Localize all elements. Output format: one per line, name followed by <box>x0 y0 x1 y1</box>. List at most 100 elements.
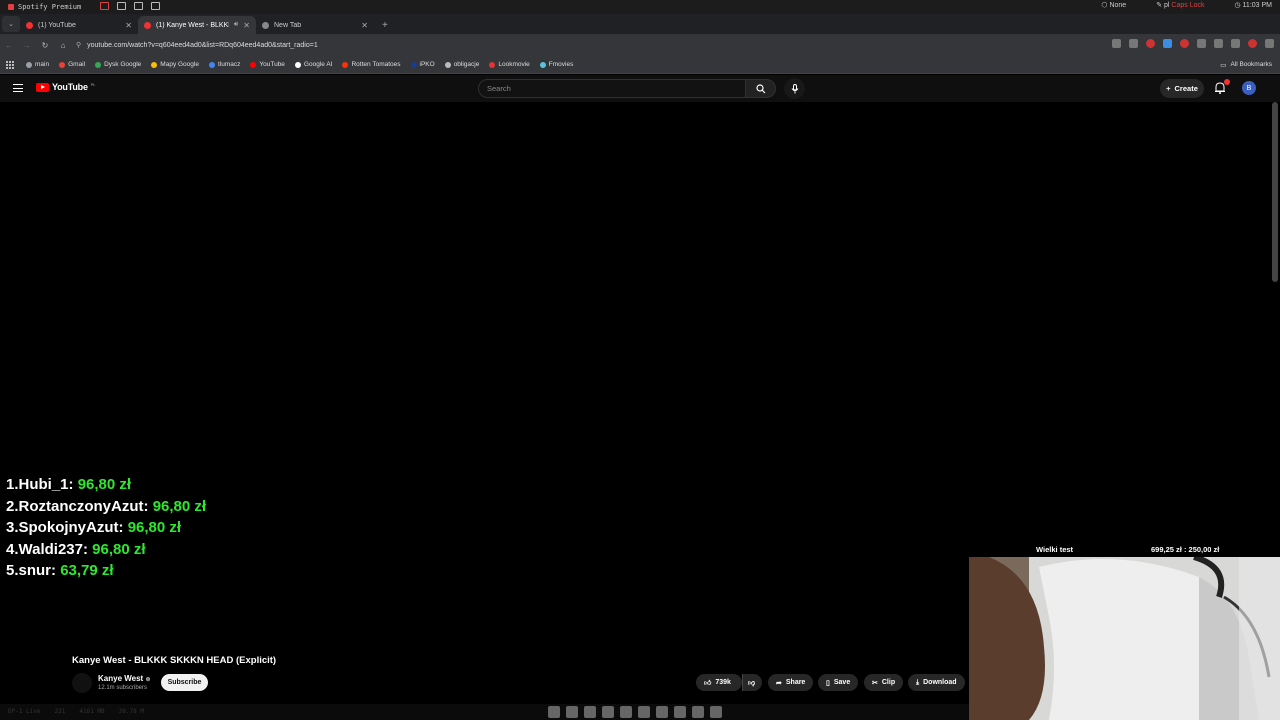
url-bar[interactable]: ⚲ youtube.com/watch?v=q604eed4ad0&list=R… <box>76 37 1076 53</box>
close-tab-icon[interactable]: ✕ <box>243 21 250 30</box>
leaderboard-name: Waldi237: <box>18 540 88 558</box>
subscribe-button[interactable]: Subscribe <box>161 674 208 691</box>
close-tab-icon[interactable]: ✕ <box>361 21 368 30</box>
leaderboard-rank: 3. <box>6 519 19 536</box>
telegram-icon[interactable] <box>638 706 650 718</box>
bookmark-label: Gmail <box>68 61 86 68</box>
verified-icon: ⊛ <box>145 677 151 683</box>
taskbar-stat: 4161 MB <box>79 708 105 715</box>
save-button[interactable]: ▯ Save <box>818 674 859 691</box>
tab-youtube[interactable]: (1) YouTube ✕ <box>20 16 138 34</box>
search-button[interactable] <box>746 79 776 98</box>
download-icon: ⤓ <box>916 678 920 686</box>
bookmark-item[interactable]: main <box>26 61 49 68</box>
reload-icon[interactable]: ↻ <box>36 41 54 50</box>
guide-menu-icon[interactable] <box>13 84 23 92</box>
channel-name[interactable]: Kanye West ⊛ <box>98 674 150 683</box>
download-button[interactable]: ⤓ Download <box>908 674 965 691</box>
leaderboard-row: 1.Hubi_1: 96,80 zł <box>6 474 206 496</box>
files-icon[interactable] <box>548 706 560 718</box>
site-info-icon[interactable]: ⚲ <box>76 41 81 49</box>
youtube-logo[interactable]: YouTube PL <box>36 82 95 92</box>
dislike-button[interactable]: 👎︎ <box>742 674 762 691</box>
bookmark-item[interactable]: Mapy Google <box>151 61 199 68</box>
leaderboard-amount: 96,80 zł <box>127 519 182 536</box>
bookmark-item[interactable]: tlumacz <box>208 61 240 68</box>
save-label: Save <box>833 679 851 686</box>
voice-search-button[interactable] <box>784 78 805 99</box>
extension-icon[interactable] <box>1180 39 1189 48</box>
close-tab-icon[interactable]: ✕ <box>125 21 132 30</box>
clip-button[interactable]: ✂ Clip <box>864 674 904 691</box>
account-avatar[interactable]: B <box>1242 81 1256 95</box>
brave-icon[interactable] <box>674 706 686 718</box>
bookmark-item[interactable]: Gmail <box>59 61 85 68</box>
os-app-indicator[interactable]: Spotify Premium <box>8 3 81 11</box>
settings-icon[interactable] <box>710 706 722 718</box>
lookmovie-icon <box>489 61 496 68</box>
profile-avatar-icon[interactable] <box>1248 39 1257 48</box>
workspace-icon[interactable] <box>117 2 126 10</box>
translate-icon[interactable] <box>1231 39 1240 48</box>
youtube-icon <box>250 61 257 68</box>
workspace-indicators[interactable] <box>100 2 160 10</box>
extension-icon[interactable] <box>1146 39 1155 48</box>
bookmark-item[interactable]: Dysk Google <box>95 61 141 68</box>
youtube-favicon-icon <box>144 21 151 29</box>
extension-icon[interactable] <box>1163 39 1172 48</box>
bookmark-item[interactable]: Fmovies <box>539 61 573 68</box>
microphone-icon <box>791 83 798 93</box>
like-count: 739k <box>715 679 731 686</box>
create-button[interactable]: + Create <box>1160 79 1204 98</box>
apps-grid-icon[interactable] <box>6 60 14 69</box>
keyboard-layout[interactable]: ✎ pl Caps Lock <box>1156 1 1204 9</box>
bookmark-item[interactable]: Rotten Tomatoes <box>342 61 401 68</box>
chrome-icon[interactable] <box>602 706 614 718</box>
plus-icon: + <box>1166 84 1171 93</box>
discord-icon[interactable] <box>620 706 632 718</box>
bookmark-label: Rotten Tomatoes <box>351 61 401 68</box>
notifications-button[interactable] <box>1213 79 1230 95</box>
bookmark-item[interactable]: iPKO <box>410 61 435 68</box>
tab-kanye-west[interactable]: (1) Kanye West - BLKKK 🔊︎ ✕ <box>138 16 256 34</box>
obs-icon[interactable] <box>692 706 704 718</box>
menu-dots-icon[interactable] <box>1265 39 1274 48</box>
os-app-name: Spotify Premium <box>18 3 82 11</box>
extensions-puzzle-icon[interactable] <box>1197 39 1206 48</box>
goal-label: Wielki test <box>1036 545 1074 554</box>
steam-icon[interactable] <box>656 706 668 718</box>
create-label: Create <box>1174 84 1198 93</box>
forward-arrow-icon[interactable]: → <box>18 41 36 50</box>
bookmark-item[interactable]: obligacje <box>444 61 479 68</box>
bookmark-star-icon[interactable] <box>1129 39 1138 48</box>
back-arrow-icon[interactable]: ← <box>0 41 18 50</box>
cast-icon[interactable] <box>1112 39 1121 48</box>
browser-icon[interactable] <box>584 706 596 718</box>
side-panel-icon[interactable] <box>1214 39 1223 48</box>
search-input[interactable]: Search <box>478 79 746 98</box>
workspace-icon[interactable] <box>100 2 109 10</box>
tab-search-chevron-icon[interactable]: ⌄ <box>2 16 20 32</box>
page-scrollbar[interactable] <box>1272 102 1278 282</box>
share-button[interactable]: ➦ Share <box>768 674 814 691</box>
bookmark-item[interactable]: YouTube <box>250 61 285 68</box>
terminal-icon[interactable] <box>566 706 578 718</box>
channel-avatar[interactable] <box>72 673 92 693</box>
like-button[interactable]: 👍︎ 739k <box>696 674 742 691</box>
taskbar-stat: DP-1 Live <box>8 708 41 715</box>
search-icon <box>755 83 765 93</box>
workspace-icon[interactable] <box>134 2 143 10</box>
address-toolbar: ← → ↻ ⌂ ⚲ youtube.com/watch?v=q604eed4ad… <box>0 34 1280 56</box>
pko-icon <box>410 61 417 68</box>
leaderboard-name: Hubi_1: <box>18 476 74 493</box>
home-icon[interactable]: ⌂ <box>54 41 72 50</box>
bookmark-item[interactable]: Lookmovie <box>489 61 530 68</box>
new-tab-plus-icon[interactable]: + <box>382 20 388 31</box>
speaker-icon[interactable]: 🔊︎ <box>234 21 238 29</box>
bookmark-item[interactable]: Google AI <box>294 61 332 68</box>
tab-new-tab[interactable]: New Tab ✕ <box>256 16 374 34</box>
clock[interactable]: ◷ 11:03 PM <box>1234 1 1272 9</box>
chrome-favicon-icon <box>262 21 269 29</box>
workspace-icon[interactable] <box>151 2 160 10</box>
all-bookmarks-button[interactable]: ▭ All Bookmarks <box>1220 61 1272 69</box>
